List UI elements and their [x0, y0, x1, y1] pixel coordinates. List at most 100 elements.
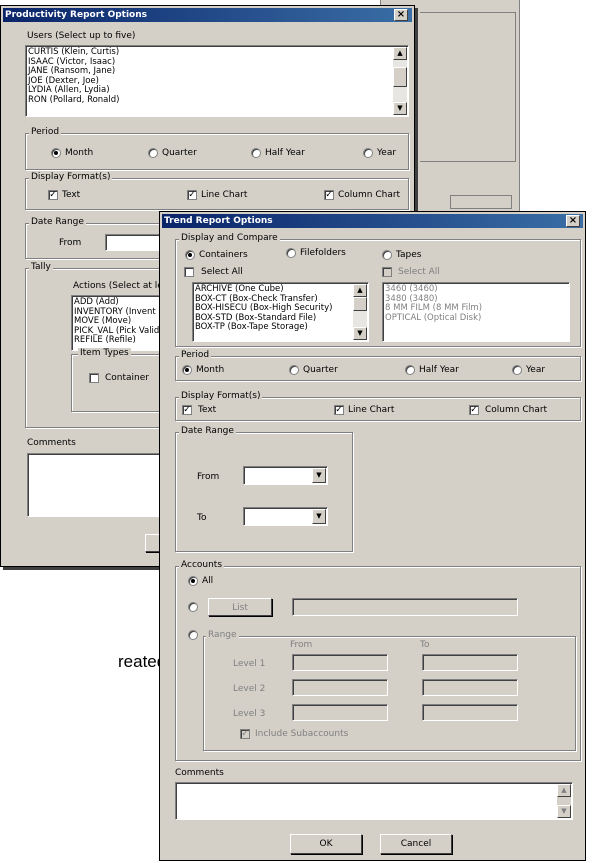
period-quarter-label: Quarter — [162, 148, 197, 158]
trend-display-line-chart-checkbox[interactable]: ✓ — [334, 405, 344, 415]
trend-display-text-label: Text — [198, 405, 217, 415]
trend-period-year-radio[interactable] — [512, 365, 522, 375]
containers-list[interactable]: ARCHIVE (One Cube) BOX-CT (Box-Check Tra… — [192, 282, 369, 342]
productivity-period-label: Period — [29, 127, 62, 138]
display-line-chart-label: Line Chart — [201, 190, 248, 200]
level-3-from-field[interactable] — [292, 704, 388, 721]
period-year-radio[interactable] — [363, 148, 373, 158]
scroll-up-icon[interactable]: ▲ — [353, 284, 367, 297]
trend-period-month-radio[interactable] — [182, 365, 192, 375]
scroll-thumb[interactable] — [393, 67, 407, 87]
scroll-down-icon[interactable]: ▼ — [557, 805, 571, 818]
accounts-list-button[interactable]: List — [208, 598, 272, 616]
period-month-label: Month — [65, 148, 94, 158]
level-2-label: Level 2 — [233, 684, 266, 694]
trend-display-label: Display Format(s) — [179, 391, 263, 402]
level-1-label: Level 1 — [233, 659, 266, 669]
chevron-down-icon[interactable]: ▼ — [312, 509, 326, 524]
display-column-chart-checkbox[interactable]: ✓ — [324, 190, 334, 200]
period-half-year-radio[interactable] — [251, 148, 261, 158]
period-year-label: Year — [377, 148, 397, 158]
containers-scrollbar[interactable]: ▲ ▼ — [353, 284, 367, 340]
display-column-chart-label: Column Chart — [338, 190, 401, 200]
scroll-up-icon[interactable]: ▲ — [393, 47, 407, 60]
trend-to-dropdown[interactable]: ▼ — [243, 507, 328, 526]
productivity-title-bar: Productivity Report Options — [3, 8, 412, 22]
trend-display-column-chart-label: Column Chart — [485, 405, 548, 415]
period-quarter-radio[interactable] — [148, 148, 158, 158]
tapes-label: Tapes — [396, 250, 422, 260]
tapes-radio[interactable] — [382, 250, 392, 260]
item-types-label: Item Types — [78, 348, 131, 359]
trend-display-line-chart-label: Line Chart — [348, 405, 395, 415]
level-1-to-field[interactable] — [422, 654, 518, 671]
trend-report-dialog: Trend Report Options × Display and Compa… — [159, 211, 586, 861]
list-item[interactable]: RON (Pollard, Ronald) — [26, 95, 408, 106]
chevron-down-icon[interactable]: ▼ — [312, 468, 326, 483]
period-half-year-label: Half Year — [265, 148, 305, 158]
productivity-date-range-label: Date Range — [29, 217, 86, 228]
display-line-chart-checkbox[interactable]: ✓ — [187, 190, 197, 200]
productivity-comments-label: Comments — [27, 438, 76, 448]
background-window-group — [420, 12, 516, 162]
trend-from-dropdown[interactable]: ▼ — [243, 466, 328, 485]
cancel-button[interactable]: Cancel — [380, 834, 452, 854]
scroll-up-icon[interactable]: ▲ — [557, 784, 571, 797]
tally-label: Tally — [29, 262, 53, 273]
display-text-checkbox[interactable]: ✓ — [48, 190, 58, 200]
containers-radio[interactable] — [185, 250, 195, 260]
level-2-to-field[interactable] — [422, 679, 518, 696]
trend-from-label: From — [197, 472, 220, 482]
scroll-down-icon[interactable]: ▼ — [393, 102, 407, 115]
accounts-all-label: All — [202, 576, 214, 586]
productivity-close-icon[interactable]: × — [394, 9, 408, 21]
trend-period-year-label: Year — [526, 365, 546, 375]
accounts-all-radio[interactable] — [188, 576, 198, 586]
list-item[interactable]: OPTICAL (Optical Disk) — [383, 313, 569, 324]
containers-select-all-checkbox[interactable] — [184, 267, 194, 277]
container-checkbox[interactable] — [89, 373, 99, 383]
comments-scrollbar[interactable]: ▲ ▼ — [557, 784, 571, 818]
tapes-list[interactable]: 3460 (3460) 3480 (3480) 8 MM FILM (8 MM … — [382, 282, 570, 342]
include-subaccounts-checkbox[interactable]: ✓ — [240, 729, 250, 739]
trend-period-half-year-radio[interactable] — [405, 365, 415, 375]
productivity-display-label: Display Format(s) — [29, 172, 113, 183]
tapes-select-all-checkbox[interactable] — [382, 267, 392, 277]
filefolders-label: Filefolders — [300, 248, 346, 258]
trend-period-half-year-label: Half Year — [419, 365, 459, 375]
trend-period-quarter-radio[interactable] — [289, 365, 299, 375]
trend-close-icon[interactable]: × — [566, 215, 580, 227]
accounts-list-field[interactable] — [292, 598, 518, 616]
range-to-label: To — [420, 640, 430, 650]
scroll-thumb[interactable] — [353, 297, 367, 311]
level-2-from-field[interactable] — [292, 679, 388, 696]
level-3-to-field[interactable] — [422, 704, 518, 721]
range-from-label: From — [290, 640, 313, 650]
containers-select-all-label: Select All — [201, 267, 243, 277]
level-3-label: Level 3 — [233, 709, 266, 719]
range-label: Range — [206, 630, 239, 641]
trend-comments-label: Comments — [175, 768, 224, 778]
period-month-radio[interactable] — [51, 148, 61, 158]
trend-period-month-label: Month — [196, 365, 225, 375]
productivity-from-label: From — [59, 238, 82, 248]
trend-display-column-chart-checkbox[interactable]: ✓ — [469, 405, 479, 415]
level-1-from-field[interactable] — [292, 654, 388, 671]
trend-period-label: Period — [179, 350, 212, 361]
display-text-label: Text — [62, 190, 81, 200]
ok-button[interactable]: OK — [290, 834, 362, 854]
productivity-comments-field[interactable] — [27, 453, 167, 517]
tapes-select-all-label: Select All — [398, 267, 440, 277]
trend-to-label: To — [197, 513, 207, 523]
accounts-range-radio[interactable] — [188, 630, 198, 640]
trend-comments-field[interactable]: ▲ ▼ — [175, 782, 573, 820]
users-scrollbar[interactable]: ▲ ▼ — [393, 47, 407, 115]
trend-date-range-group — [175, 432, 353, 552]
trend-display-text-checkbox[interactable]: ✓ — [182, 405, 192, 415]
accounts-list-radio[interactable] — [188, 602, 198, 612]
users-list[interactable]: CURTIS (Klein, Curtis) ISAAC (Victor, Is… — [25, 45, 409, 117]
scroll-down-icon[interactable]: ▼ — [353, 327, 367, 340]
list-item[interactable]: BOX-TP (Box-Tape Storage) — [193, 322, 368, 333]
display-compare-label: Display and Compare — [179, 233, 280, 244]
filefolders-radio[interactable] — [286, 248, 296, 258]
